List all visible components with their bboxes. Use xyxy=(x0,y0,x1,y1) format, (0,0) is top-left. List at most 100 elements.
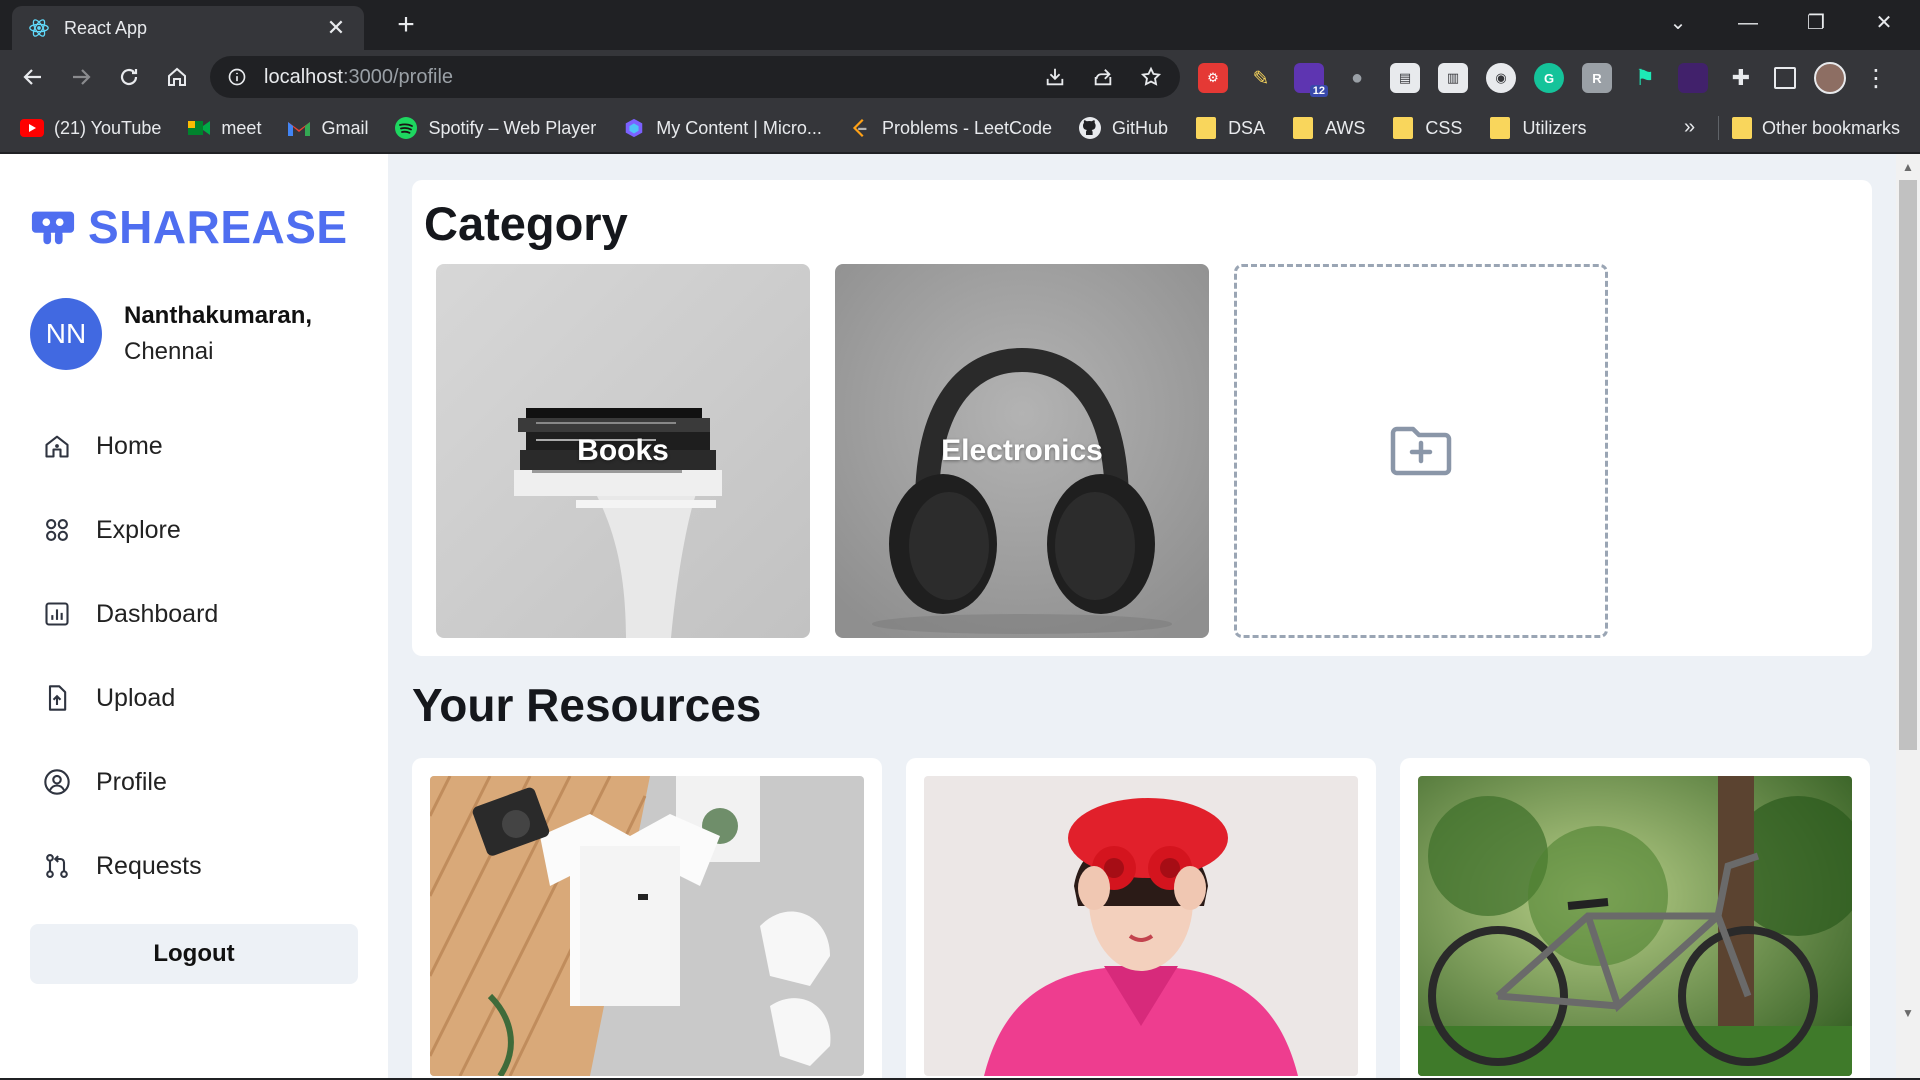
user-city: Chennai xyxy=(124,338,214,365)
resource-card[interactable] xyxy=(906,758,1376,1078)
resources-title: Your Resources xyxy=(412,679,762,731)
browser-menu-icon[interactable]: ⋮ xyxy=(1864,64,1888,93)
bookmark-spotify[interactable]: Spotify – Web Player xyxy=(394,116,596,140)
browser-home-icon xyxy=(168,67,186,86)
extension-gray-icon[interactable]: R xyxy=(1582,63,1612,93)
sidebar-item-home[interactable]: Home xyxy=(40,404,218,488)
bookmark-youtube[interactable]: (21) YouTube xyxy=(20,116,161,140)
resource-card[interactable] xyxy=(412,758,882,1078)
extension-dim-icon[interactable] xyxy=(1678,63,1708,93)
scroll-up-arrow-icon[interactable]: ▲ xyxy=(1902,160,1914,174)
bookmark-mycontent[interactable]: My Content | Micro... xyxy=(622,116,822,140)
sidebar-item-dashboard[interactable]: Dashboard xyxy=(40,572,218,656)
bookmark-folder-css[interactable]: CSS xyxy=(1391,116,1462,140)
restore-button[interactable]: ❐ xyxy=(1796,6,1836,40)
sidebar-item-explore[interactable]: Explore xyxy=(40,488,218,572)
bookmark-folder-dsa[interactable]: DSA xyxy=(1194,116,1265,140)
bookmark-meet[interactable]: meet xyxy=(187,116,261,140)
tab-search-icon[interactable]: ⌄ xyxy=(1658,6,1698,40)
back-button[interactable] xyxy=(16,60,50,94)
reload-button[interactable] xyxy=(112,60,146,94)
category-tile-electronics[interactable]: Electronics xyxy=(835,264,1209,638)
microsoft-icon xyxy=(622,116,646,140)
extension-pen-icon[interactable]: ✎ xyxy=(1246,63,1276,93)
brand-name: SHAREASE xyxy=(88,201,348,253)
active-tab[interactable]: React App ✕ xyxy=(12,6,364,50)
install-app-icon[interactable] xyxy=(1042,64,1068,90)
side-panel-icon[interactable] xyxy=(1774,67,1796,89)
category-section: Category Books Electronics xyxy=(412,180,1872,656)
extension-circle-icon[interactable]: ◉ xyxy=(1486,63,1516,93)
url-path: :3000/profile xyxy=(342,65,454,88)
back-arrow-icon xyxy=(23,69,41,85)
bookmark-leetcode[interactable]: Problems - LeetCode xyxy=(848,116,1052,140)
bookmark-label: AWS xyxy=(1325,117,1366,138)
sidebar-item-label: Explore xyxy=(96,515,181,544)
extension-purple-icon[interactable]: 12 xyxy=(1294,63,1328,97)
other-bookmarks-label: Other bookmarks xyxy=(1762,117,1901,138)
minimize-button[interactable]: — xyxy=(1728,6,1768,40)
requests-icon xyxy=(40,849,74,883)
folder-icon xyxy=(1194,116,1218,140)
bookmark-folder-aws[interactable]: AWS xyxy=(1291,116,1365,140)
folder-icon xyxy=(1291,116,1315,140)
scroll-thumb[interactable] xyxy=(1899,180,1917,750)
profile-avatar-icon[interactable] xyxy=(1814,62,1846,94)
forward-button[interactable] xyxy=(64,60,98,94)
bookmark-github[interactable]: GitHub xyxy=(1078,116,1168,140)
page-scrollbar[interactable]: ▲ ▼ xyxy=(1896,154,1920,1078)
resource-card[interactable] xyxy=(1400,758,1870,1078)
bookmark-folder-utilizers[interactable]: Utilizers xyxy=(1488,116,1586,140)
reload-icon xyxy=(120,68,138,86)
grammarly-icon[interactable]: G xyxy=(1534,63,1564,93)
folder-icon xyxy=(1488,116,1512,140)
scroll-down-arrow-icon[interactable]: ▼ xyxy=(1902,1006,1914,1020)
extension-badge: 12 xyxy=(1309,85,1328,97)
extension-green-icon[interactable]: ⚑ xyxy=(1630,63,1660,93)
upload-icon xyxy=(40,681,74,715)
close-window-button[interactable]: ✕ xyxy=(1864,6,1904,40)
tab-close-icon[interactable]: ✕ xyxy=(324,15,348,41)
folder-plus-icon xyxy=(1390,426,1452,476)
category-tile-books[interactable]: Books xyxy=(436,264,810,638)
logout-button[interactable]: Logout xyxy=(30,924,358,984)
site-info-icon[interactable] xyxy=(226,66,248,88)
home-icon xyxy=(40,429,74,463)
sidebar-item-upload[interactable]: Upload xyxy=(40,656,218,740)
avatar[interactable]: NN xyxy=(30,298,102,370)
new-tab-button[interactable]: + xyxy=(390,10,422,42)
other-bookmarks[interactable]: Other bookmarks xyxy=(1732,104,1900,152)
youtube-icon xyxy=(20,116,44,140)
extensions-puzzle-icon[interactable]: ✚ xyxy=(1726,63,1756,93)
forward-arrow-icon xyxy=(73,69,91,85)
main-content: Category Books Electronics Your Resource… xyxy=(412,154,1872,1078)
page-viewport: SHAREASE NN Nanthakumaran, Chennai Home … xyxy=(0,154,1920,1078)
brand[interactable]: SHAREASE xyxy=(30,200,348,254)
meet-icon xyxy=(187,116,211,140)
sidebar-item-requests[interactable]: Requests xyxy=(40,824,218,908)
bookmark-gmail[interactable]: Gmail xyxy=(287,116,368,140)
browser-toolbar: localhost :3000/profile ⚙ ✎ 12 ● ▤ ▥ ◉ G… xyxy=(0,50,1920,104)
bookmark-label: Gmail xyxy=(321,117,369,138)
home-button[interactable] xyxy=(160,60,194,94)
user-card: NN Nanthakumaran, Chennai xyxy=(30,298,312,370)
add-category-tile[interactable] xyxy=(1234,264,1608,638)
sidebar-item-label: Requests xyxy=(96,851,202,880)
sidebar-item-label: Home xyxy=(96,431,163,460)
extension-mouse-icon[interactable]: ● xyxy=(1342,63,1372,93)
bicycle-photo xyxy=(1418,776,1852,1076)
tab-title: React App xyxy=(64,17,148,38)
bookmark-star-icon[interactable] xyxy=(1138,64,1164,90)
bookmarks-overflow-button[interactable]: » xyxy=(1684,116,1695,139)
bookmark-label: Problems - LeetCode xyxy=(881,117,1053,138)
share-icon[interactable] xyxy=(1090,64,1116,90)
extension-reader-icon[interactable]: ▥ xyxy=(1438,63,1468,93)
address-bar[interactable]: localhost :3000/profile xyxy=(210,56,1180,98)
bookmark-label: My Content | Micro... xyxy=(656,117,822,138)
extension-red-icon[interactable]: ⚙ xyxy=(1198,63,1228,93)
extension-notes-icon[interactable]: ▤ xyxy=(1390,63,1420,93)
bookmark-label: GitHub xyxy=(1112,117,1169,138)
sidebar-item-profile[interactable]: Profile xyxy=(40,740,218,824)
sidebar-item-label: Profile xyxy=(96,767,167,796)
react-icon xyxy=(28,17,50,39)
